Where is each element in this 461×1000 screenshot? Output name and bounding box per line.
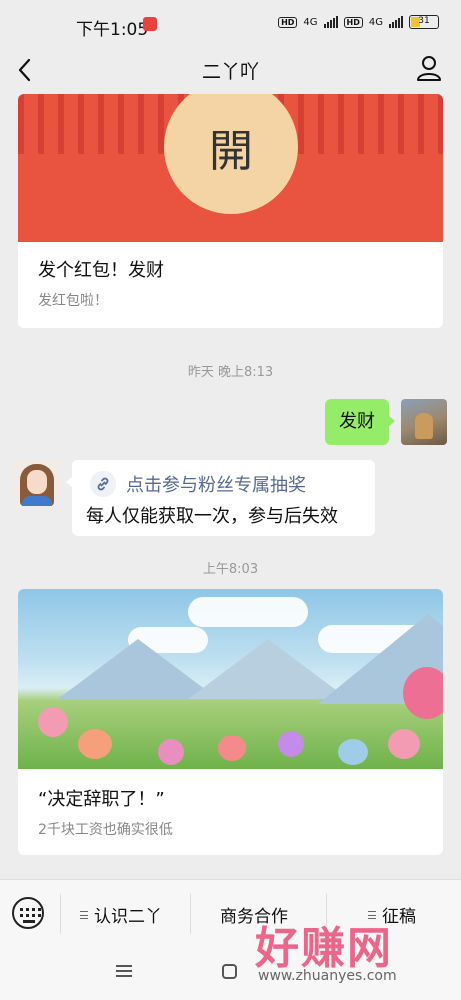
app-notification-icon: [143, 17, 157, 31]
home-icon[interactable]: [222, 964, 237, 979]
lottery-link[interactable]: 点击参与粉丝专属抽奖: [90, 471, 306, 497]
battery-icon: 31: [409, 15, 439, 29]
chat-title: 二丫吖: [201, 61, 259, 83]
timestamp: 昨天 晚上8:13: [187, 365, 274, 380]
incoming-message[interactable]: 点击参与粉丝专属抽奖 每人仅能获取一次，参与后失效: [66, 460, 375, 536]
red-packet-cover: 開: [18, 94, 443, 242]
status-icons: HD 4G HD 4G 31: [278, 15, 439, 29]
signal-icon-2: [389, 16, 403, 28]
outgoing-message[interactable]: 发财: [325, 399, 395, 445]
menu-lines-icon: [80, 910, 88, 919]
red-packet-title: 发个红包！发财: [38, 260, 164, 281]
message-note: 每人仅能获取一次，参与后失效: [86, 506, 338, 527]
article-cover-image: [18, 589, 443, 769]
hd-icon-2: HD: [343, 16, 363, 28]
hd-icon: HD: [278, 16, 298, 28]
watermark-url: www.zhuanyes.com: [258, 968, 397, 984]
my-avatar[interactable]: [401, 399, 447, 445]
keyboard-icon[interactable]: [12, 897, 44, 929]
nav-bar: 二丫吖: [0, 48, 461, 94]
status-time: 下午1:05: [76, 20, 149, 40]
network-label-2: 4G: [368, 16, 383, 28]
network-label: 4G: [303, 16, 318, 28]
signal-icon: [323, 16, 338, 28]
red-packet-subtitle: 发红包啦！: [38, 293, 108, 309]
menu-item-about[interactable]: 认识二丫: [80, 902, 162, 927]
timestamp-2: 上午8:03: [202, 562, 259, 577]
article-title: “决定辞职了！”: [38, 789, 165, 810]
menu-item-about-label: 认识二丫: [94, 907, 162, 927]
battery-level: 31: [418, 16, 430, 26]
article-subtitle: 2千块工资也确实很低: [38, 822, 173, 838]
red-packet-card[interactable]: 開 发个红包！发财 发红包啦！: [18, 94, 443, 328]
profile-icon[interactable]: [415, 54, 443, 82]
open-seal: 開: [164, 94, 298, 214]
watermark-logo: 好赚网: [255, 923, 393, 974]
contact-avatar[interactable]: [14, 460, 60, 506]
article-card[interactable]: “决定辞职了！” 2千块工资也确实很低: [18, 589, 443, 855]
lottery-link-text[interactable]: 点击参与粉丝专属抽奖: [126, 471, 306, 497]
link-icon: [90, 471, 116, 497]
recent-apps-icon[interactable]: [116, 965, 132, 977]
status-bar: 下午1:05 HD 4G HD 4G 31: [0, 0, 461, 48]
